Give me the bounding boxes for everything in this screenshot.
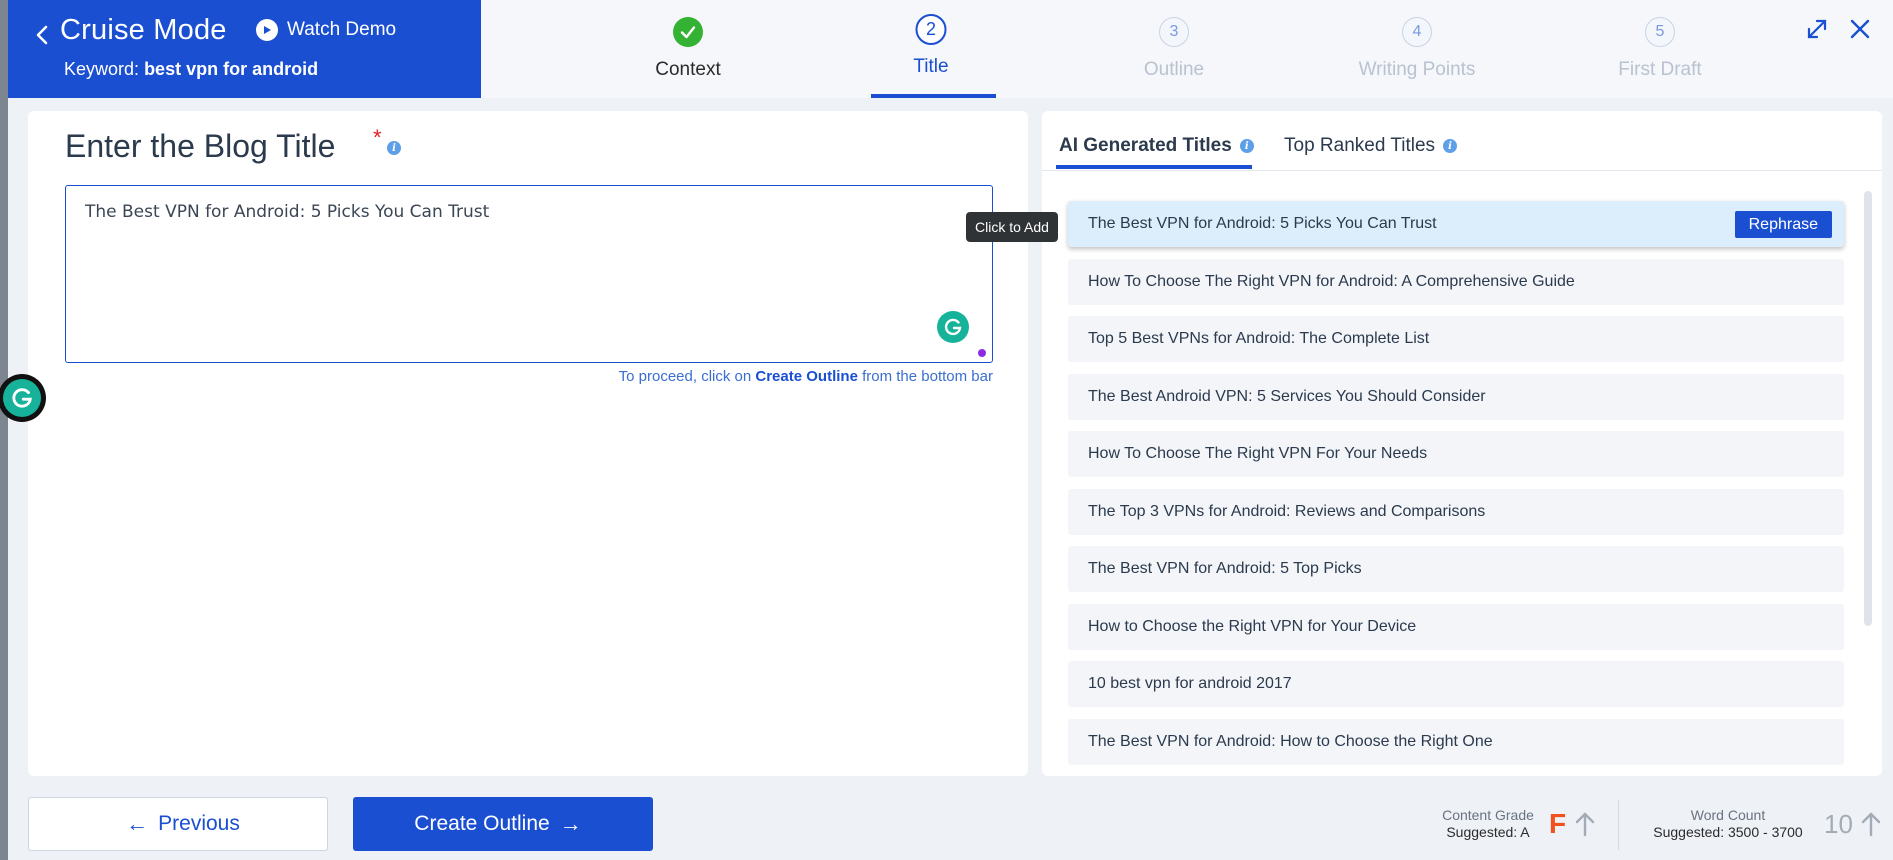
grammarly-side-button[interactable]	[0, 374, 46, 422]
step-number: 2	[915, 14, 947, 45]
word-count: Word Count Suggested: 3500 - 3700	[1638, 807, 1818, 841]
rephrase-button[interactable]: Rephrase	[1734, 211, 1832, 238]
expand-icon	[1807, 19, 1827, 39]
title-suggestion-item[interactable]: 10 best vpn for android 2017	[1068, 661, 1844, 707]
active-step-underline	[871, 94, 996, 98]
active-tab-underline	[1056, 165, 1252, 169]
word-count-label: Word Count	[1690, 807, 1766, 823]
blog-title-input[interactable]: The Best VPN for Android: 5 Picks You Ca…	[65, 185, 993, 363]
step-number: 4	[1402, 17, 1432, 47]
mode-brand-block: Cruise Mode Watch Demo Keyword: best vpn…	[8, 0, 481, 98]
top-header: Cruise Mode Watch Demo Keyword: best vpn…	[8, 0, 1893, 98]
word-count-value: 10	[1824, 809, 1853, 839]
blog-title-heading: Enter the Blog Title	[65, 128, 336, 164]
title-suggestion-text: The Best Android VPN: 5 Services You Sho…	[1088, 387, 1486, 405]
watch-demo-label: Watch Demo	[287, 19, 397, 40]
proceed-hint: To proceed, click on Create Outline from…	[619, 368, 993, 385]
mode-title: Cruise Mode	[60, 14, 227, 46]
title-suggestion-text: How To Choose The Right VPN for Android:…	[1088, 272, 1575, 290]
step-label: Outline	[1143, 59, 1205, 80]
check-icon	[680, 26, 696, 39]
previous-button[interactable]: ← Previous	[28, 797, 328, 851]
step-label: Title	[913, 56, 949, 77]
window-edge	[0, 0, 8, 860]
info-icon[interactable]: i	[1443, 139, 1458, 153]
keyword-line: Keyword: best vpn for android	[64, 59, 318, 80]
grammarly-status-dot	[978, 349, 986, 357]
step-outline[interactable]: 3 Outline	[1084, 0, 1264, 98]
step-label: Writing Points	[1358, 59, 1476, 80]
title-suggestion-item[interactable]: The Best Android VPN: 5 Services You Sho…	[1068, 373, 1844, 420]
title-suggestion-text: The Top 3 VPNs for Android: Reviews and …	[1088, 502, 1486, 520]
title-suggestion-item[interactable]: The Best VPN for Android: How to Choose …	[1068, 718, 1844, 765]
title-suggestion-text: How To Choose The Right VPN For Your Nee…	[1088, 445, 1428, 462]
hint-suffix: from the bottom bar	[862, 368, 993, 385]
expand-button[interactable]	[1802, 14, 1832, 44]
title-suggestions-panel: AI Generated Titles i Top Ranked Titles …	[1042, 111, 1882, 776]
step-writing-points[interactable]: 4 Writing Points	[1327, 0, 1507, 98]
arrow-right-icon: →	[559, 811, 582, 836]
create-outline-label: Create Outline	[414, 812, 550, 835]
play-icon	[256, 19, 278, 41]
hint-create-outline: Create Outline	[755, 368, 858, 385]
arrow-up-icon	[1861, 812, 1881, 837]
title-suggestion-text: How to Choose the Right VPN for Your Dev…	[1088, 617, 1417, 635]
tab-label: AI Generated Titles	[1059, 135, 1232, 156]
previous-label: Previous	[158, 812, 240, 835]
step-number: 3	[1159, 17, 1189, 47]
title-suggestion-text: Top 5 Best VPNs for Android: The Complet…	[1088, 330, 1430, 347]
step-done-circle	[673, 17, 703, 47]
back-button[interactable]	[22, 16, 62, 54]
tab-ai-generated-titles[interactable]: AI Generated Titles i	[1059, 135, 1254, 157]
title-suggestion-item[interactable]: How To Choose The Right VPN for Android:…	[1068, 258, 1844, 305]
hint-prefix: To proceed, click on	[618, 368, 752, 385]
arrow-left-icon: ←	[126, 811, 149, 836]
arrow-up-icon	[1575, 812, 1595, 837]
title-suggestion-text: The Best VPN for Android: 5 Top Picks	[1088, 560, 1362, 577]
suggested-title-list: The Best VPN for Android: 5 Picks You Ca…	[1068, 201, 1844, 776]
progress-steps: Context 2 Title 3 Outline 4 Writing Poin…	[481, 0, 1771, 98]
step-label: Context	[655, 59, 721, 80]
grammarly-icon	[3, 379, 41, 417]
title-suggestion-item[interactable]: The Best VPN for Android: 5 Top Picks	[1068, 546, 1844, 592]
title-suggestion-item[interactable]: Top 5 Best VPNs for Android: The Complet…	[1068, 316, 1844, 362]
close-button[interactable]	[1845, 14, 1875, 44]
title-suggestion-text: The Best VPN for Android: 5 Picks You Ca…	[1088, 215, 1437, 232]
chevron-left-icon	[36, 25, 48, 45]
create-outline-button[interactable]: Create Outline →	[353, 797, 653, 851]
title-suggestion-text: The Best VPN for Android: How to Choose …	[1088, 732, 1493, 750]
tab-label: Top Ranked Titles	[1284, 135, 1436, 156]
keyword-label: Keyword:	[64, 59, 140, 79]
grammarly-inline-icon[interactable]	[937, 311, 969, 343]
info-icon[interactable]: i	[387, 141, 401, 155]
required-marker: *	[373, 125, 382, 150]
step-context[interactable]: Context	[598, 0, 778, 98]
content-grade: Content Grade Suggested: A	[1428, 807, 1548, 841]
step-title[interactable]: 2 Title	[841, 0, 1021, 98]
title-suggestion-item[interactable]: How to Choose the Right VPN for Your Dev…	[1068, 603, 1844, 650]
title-suggestion-item[interactable]: The Best VPN for Android: 5 Picks You Ca…	[1068, 201, 1844, 247]
title-suggestion-item[interactable]: How To Choose The Right VPN For Your Nee…	[1068, 431, 1844, 477]
close-icon	[1850, 19, 1870, 39]
word-count-suggested: Suggested: 3500 - 3700	[1653, 824, 1803, 840]
app-root: Cruise Mode Watch Demo Keyword: best vpn…	[0, 0, 1893, 860]
tab-top-ranked-titles[interactable]: Top Ranked Titles i	[1284, 135, 1458, 157]
info-icon[interactable]: i	[1239, 139, 1254, 153]
step-first-draft[interactable]: 5 First Draft	[1570, 0, 1750, 98]
step-number: 5	[1645, 17, 1675, 47]
keyword-value: best vpn for android	[144, 59, 319, 79]
title-suggestion-text: 10 best vpn for android 2017	[1088, 675, 1292, 692]
content-grade-label: Content Grade	[1442, 807, 1534, 823]
watch-demo-link[interactable]: Watch Demo	[256, 19, 396, 41]
footer-divider	[1618, 800, 1619, 850]
title-suggestion-item[interactable]: The Top 3 VPNs for Android: Reviews and …	[1068, 488, 1844, 535]
suggestion-tabs: AI Generated Titles i Top Ranked Titles …	[1042, 111, 1882, 171]
suggestions-scrollbar[interactable]	[1864, 191, 1872, 626]
content-grade-suggested: Suggested: A	[1446, 824, 1530, 840]
title-editor-panel: Enter the Blog Title * i The Best VPN fo…	[28, 111, 1028, 776]
click-to-add-tooltip: Click to Add	[966, 212, 1058, 242]
content-grade-value: F	[1549, 808, 1567, 839]
step-label: First Draft	[1618, 59, 1702, 80]
